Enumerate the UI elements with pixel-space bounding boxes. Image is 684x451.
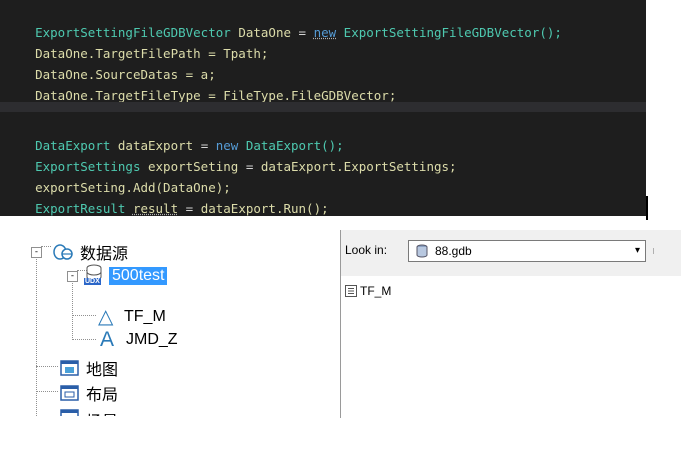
geodatabase-icon <box>416 244 428 258</box>
database-icon: UDX <box>82 264 106 288</box>
look-in-dropdown[interactable]: 88.gdb ▾ <box>408 240 646 262</box>
file-item-label: TF_M <box>360 284 392 298</box>
tree-label-layout: 布局 <box>86 387 119 404</box>
collapse-toggle[interactable]: - <box>31 246 42 258</box>
code-editor-bottom[interactable]: DataExport dataExport = new DataExport()… <box>0 112 646 216</box>
feature-class-icon <box>345 285 357 297</box>
tree-node-datasource[interactable]: - 数据源 <box>31 240 128 264</box>
look-in-value: 88.gdb <box>435 244 472 258</box>
text-layer-icon: A <box>100 328 115 351</box>
tree-guide-line <box>36 366 58 367</box>
udx-badge: UDX <box>84 278 101 285</box>
tree-guide-line <box>36 391 58 392</box>
toolbar-separator <box>653 248 660 254</box>
tree-label-tf-m: TF_M <box>124 307 166 325</box>
tree-node-scene[interactable]: 场景 <box>60 408 118 416</box>
tree-node-tf-m[interactable]: △ TF_M <box>98 304 166 329</box>
tree-label-500test: 500test <box>109 267 168 285</box>
tree-node-layout[interactable]: 布局 <box>60 381 118 405</box>
polygon-layer-icon: △ <box>98 306 114 328</box>
tree-node-map[interactable]: 地图 <box>60 356 118 380</box>
code-editor-top[interactable]: ExportSettingFileGDBVector DataOne = new… <box>0 0 646 103</box>
scene-window-icon <box>60 409 79 416</box>
file-list[interactable]: TF_M <box>341 276 681 416</box>
tree-label-scene: 场景 <box>86 408 118 416</box>
tree-label-jmd-z: JMD_Z <box>126 331 178 348</box>
collapse-toggle[interactable]: - <box>67 270 78 282</box>
text-cursor <box>646 196 648 220</box>
file-dialog: Look in: 88.gdb ▾ TF_M <box>340 230 681 418</box>
workspace-tree[interactable]: - 数据源 - UDX 500test △ TF_M A JMD_Z 地图 布局 <box>28 236 328 416</box>
look-in-label: Look in: <box>345 243 388 257</box>
tree-node-jmd-z[interactable]: A JMD_Z <box>100 328 178 352</box>
chevron-down-icon[interactable]: ▾ <box>635 245 640 256</box>
dialog-header: Look in: 88.gdb ▾ <box>341 230 681 276</box>
map-window-icon <box>60 360 79 376</box>
editor-separator <box>0 102 646 112</box>
code-line-8: ExportResult result = dataExport.Run(); <box>35 201 329 216</box>
datasource-icon <box>53 244 73 260</box>
tree-guide-line <box>72 339 96 340</box>
tree-node-500test[interactable]: - UDX 500test <box>67 264 168 288</box>
tree-label-datasource: 数据源 <box>80 246 129 263</box>
tree-label-map: 地图 <box>86 362 119 379</box>
tree-guide-line <box>72 315 96 316</box>
list-item[interactable]: TF_M <box>345 284 391 298</box>
layout-window-icon <box>60 385 79 401</box>
